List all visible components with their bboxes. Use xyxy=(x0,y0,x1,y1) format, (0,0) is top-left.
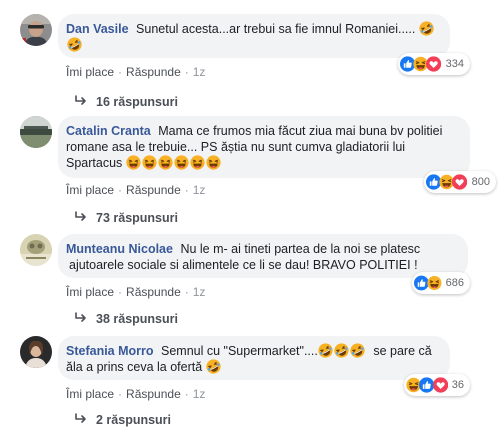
reply-link[interactable]: Răspunde xyxy=(126,285,181,299)
like-link[interactable]: Îmi place xyxy=(66,285,114,299)
replies-count-label: 38 răspunsuri xyxy=(96,312,178,326)
avatar[interactable] xyxy=(20,14,52,46)
view-replies-link[interactable]: 38 răspunsuri xyxy=(74,311,178,327)
view-replies-link[interactable]: 16 răspunsuri xyxy=(74,94,178,110)
haha-emoji-icon xyxy=(142,155,157,170)
comment-actions: Îmi place · Răspunde · 1z xyxy=(66,183,206,197)
comment-timestamp[interactable]: 1z xyxy=(193,285,206,299)
like-link[interactable]: Îmi place xyxy=(66,183,114,197)
reaction-summary[interactable]: 334 xyxy=(398,53,470,75)
avatar[interactable] xyxy=(20,234,52,266)
rofl-emoji-icon xyxy=(206,359,221,374)
reply-link[interactable]: Răspunde xyxy=(126,183,181,197)
haha-emoji-icon xyxy=(126,155,141,170)
comment-actions: Îmi place · Răspunde · 1z xyxy=(66,65,206,79)
comment-author[interactable]: Catalin Cranta xyxy=(66,124,151,138)
haha-emoji-icon xyxy=(174,155,189,170)
comment-author[interactable]: Munteanu Nicolae xyxy=(66,242,173,256)
reaction-summary[interactable]: 36 xyxy=(404,374,470,396)
reaction-count: 686 xyxy=(445,277,464,289)
comment-actions: Îmi place · Răspunde · 1z xyxy=(66,387,206,401)
comment-timestamp[interactable]: 1z xyxy=(193,183,206,197)
rofl-emoji-icon xyxy=(67,37,82,52)
rofl-emoji-icon xyxy=(334,343,349,358)
haha-emoji-icon xyxy=(206,155,221,170)
comment-bubble: Munteanu Nicolae Nu le m- ai tineti part… xyxy=(58,234,468,278)
rofl-emoji-icon xyxy=(350,343,365,358)
avatar[interactable] xyxy=(20,116,52,148)
view-replies-link[interactable]: 73 răspunsuri xyxy=(74,210,178,226)
comment-text-part-1: Semnul cu "Supermarket".... xyxy=(161,344,318,358)
reaction-count: 334 xyxy=(445,58,465,70)
comment-bubble: Stefania Morro Semnul cu "Supermarket"..… xyxy=(58,336,450,380)
reaction-summary[interactable]: 686 xyxy=(412,272,470,294)
like-link[interactable]: Îmi place xyxy=(66,65,114,79)
comment-timestamp[interactable]: 1z xyxy=(193,65,206,79)
comment-text: Sunetul acesta...ar trebui sa fie imnul … xyxy=(136,22,416,36)
reply-link[interactable]: Răspunde xyxy=(126,65,181,79)
reply-arrow-icon xyxy=(75,312,86,322)
reaction-count: 36 xyxy=(451,379,464,391)
comment-text-line-2: ăla a prins ceva la ofertă xyxy=(66,360,203,374)
comment-text-line-2: ajutoarele sociale si alimentele ce li s… xyxy=(69,258,418,272)
like-link[interactable]: Îmi place xyxy=(66,387,114,401)
reaction-count: 800 xyxy=(471,176,491,188)
haha-emoji-icon xyxy=(190,155,205,170)
comment-actions: Îmi place · Răspunde · 1z xyxy=(66,285,206,299)
reply-arrow-icon xyxy=(75,95,86,105)
comment-text-line-2: romane asa le trebuie... PS ăștia nu sun… xyxy=(66,140,406,154)
comment-bubble: Dan Vasile Sunetul acesta...ar trebui sa… xyxy=(58,14,450,58)
comment-bubble: Catalin Cranta Mama ce frumos mia făcut … xyxy=(58,116,470,178)
comment-author[interactable]: Stefania Morro xyxy=(66,344,154,358)
love-icon xyxy=(452,174,467,190)
reply-arrow-icon xyxy=(75,413,86,423)
view-replies-link[interactable]: 2 răspunsuri xyxy=(74,412,171,428)
reply-link[interactable]: Răspunde xyxy=(126,387,181,401)
comment-text-line-1: Nu le m- ai tineti partea de la noi se p… xyxy=(180,242,421,256)
replies-count-label: 16 răspunsuri xyxy=(96,95,178,109)
reaction-summary[interactable]: 800 xyxy=(424,171,496,193)
love-icon xyxy=(426,56,441,72)
comment-author[interactable]: Dan Vasile xyxy=(66,22,129,36)
haha-icon xyxy=(427,275,442,291)
love-icon xyxy=(433,377,448,393)
rofl-emoji-icon xyxy=(318,343,333,358)
comment-timestamp[interactable]: 1z xyxy=(193,387,206,401)
comment-text-line-1: Mama ce frumos mia făcut ziua mai buna b… xyxy=(158,124,443,138)
comment-text-part-2: se pare că xyxy=(373,344,432,358)
haha-emoji-icon xyxy=(158,155,173,170)
reply-arrow-icon xyxy=(75,211,86,221)
replies-count-label: 2 răspunsuri xyxy=(96,413,172,427)
avatar[interactable] xyxy=(20,336,52,368)
comment-text-line-3: Spartacus xyxy=(66,156,123,170)
replies-count-label: 73 răspunsuri xyxy=(96,211,178,225)
rofl-emoji-icon xyxy=(419,21,434,36)
